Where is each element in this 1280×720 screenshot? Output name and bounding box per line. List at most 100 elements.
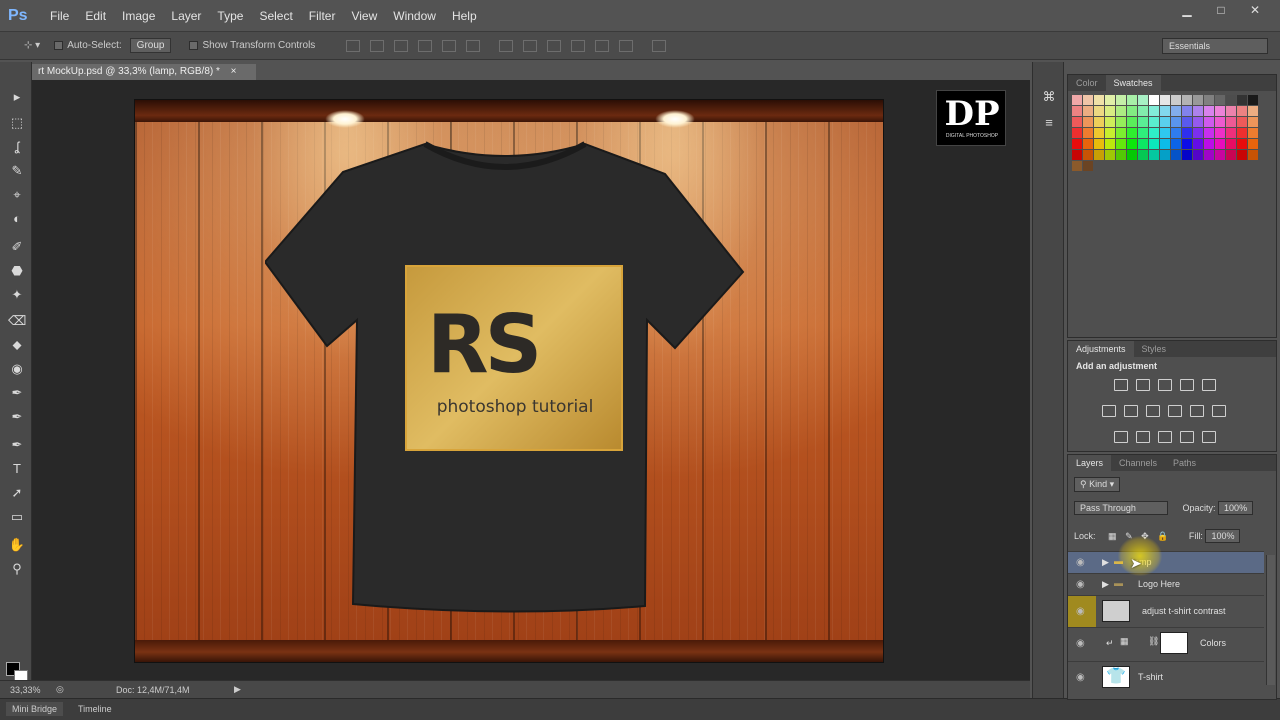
invert-icon[interactable]	[1114, 431, 1128, 443]
color-swatch[interactable]	[1138, 95, 1148, 105]
color-swatch[interactable]	[1226, 95, 1236, 105]
color-swatch[interactable]	[1193, 117, 1203, 127]
color-swatch[interactable]	[1149, 106, 1159, 116]
color-swatch[interactable]	[1083, 117, 1093, 127]
rectangle-tool-icon[interactable]: ▭	[8, 508, 26, 526]
canvas-image[interactable]: RS photoshop tutorial	[134, 99, 884, 663]
tab-adjustments[interactable]: Adjustments	[1068, 341, 1134, 357]
color-swatch[interactable]	[1226, 106, 1236, 116]
auto-align-icon[interactable]	[652, 39, 667, 52]
close-document-icon[interactable]: ×	[231, 66, 237, 77]
color-swatch[interactable]	[1248, 150, 1258, 160]
tab-channels[interactable]: Channels	[1111, 455, 1165, 471]
color-swatch[interactable]	[1149, 139, 1159, 149]
color-swatch[interactable]	[1237, 139, 1247, 149]
color-swatch[interactable]	[1204, 139, 1214, 149]
menu-select[interactable]: Select	[251, 9, 300, 23]
color-swatch[interactable]	[1083, 128, 1093, 138]
color-swatch[interactable]	[1237, 117, 1247, 127]
color-swatch[interactable]	[1072, 150, 1082, 160]
color-swatch[interactable]	[1138, 117, 1148, 127]
hue-saturation-icon[interactable]	[1102, 405, 1116, 417]
eraser-tool-icon[interactable]: ⬥	[8, 336, 26, 354]
color-swatch[interactable]	[1193, 139, 1203, 149]
color-swatch[interactable]	[1248, 139, 1258, 149]
color-swatch[interactable]	[1149, 117, 1159, 127]
menu-layer[interactable]: Layer	[163, 9, 209, 23]
color-swatch[interactable]	[1105, 139, 1115, 149]
layer-row-tshirt[interactable]: ◉ 👕 T-shirt	[1068, 661, 1264, 693]
color-swatch[interactable]	[1171, 139, 1181, 149]
color-swatch[interactable]	[1160, 150, 1170, 160]
align-left-icon[interactable]	[418, 39, 433, 52]
menu-filter[interactable]: Filter	[301, 9, 344, 23]
marquee-tool-icon[interactable]: ⬚	[8, 114, 26, 132]
type-tool-icon[interactable]: T	[8, 460, 26, 478]
color-swatch[interactable]	[1116, 95, 1126, 105]
distribute-center-icon[interactable]	[595, 39, 610, 52]
layer-row-logo-here[interactable]: ◉ ▶ ▬ Logo Here	[1068, 573, 1264, 595]
color-swatch[interactable]	[1204, 117, 1214, 127]
tab-mini-bridge[interactable]: Mini Bridge	[6, 702, 64, 716]
color-swatch[interactable]	[1105, 128, 1115, 138]
menu-type[interactable]: Type	[209, 9, 251, 23]
align-bottom-icon[interactable]	[394, 39, 409, 52]
color-swatch[interactable]	[1226, 139, 1236, 149]
crop-tool-icon[interactable]: ⌖	[8, 186, 26, 204]
layer-kind-filter[interactable]: ⚲ Kind ▾	[1074, 477, 1121, 492]
color-swatch[interactable]	[1237, 150, 1247, 160]
color-swatch[interactable]	[1094, 117, 1104, 127]
align-top-icon[interactable]	[346, 39, 361, 52]
color-swatch[interactable]	[1083, 150, 1093, 160]
color-swatch[interactable]	[1094, 95, 1104, 105]
lock-all-icon[interactable]: 🔒	[1157, 531, 1168, 541]
history-panel-icon[interactable]: ⌘	[1040, 88, 1058, 106]
align-center-icon[interactable]	[442, 39, 457, 52]
visibility-eye-icon[interactable]: ◉	[1076, 557, 1085, 568]
color-swatch[interactable]	[1204, 106, 1214, 116]
properties-panel-icon[interactable]: ≡	[1040, 114, 1058, 132]
color-swatch[interactable]	[1127, 139, 1137, 149]
color-swatch[interactable]	[1072, 117, 1082, 127]
healing-brush-tool-icon[interactable]: ✐	[8, 238, 26, 256]
color-swatch[interactable]	[1215, 95, 1225, 105]
tab-layers[interactable]: Layers	[1068, 455, 1112, 471]
gradient-map-icon[interactable]	[1202, 431, 1216, 443]
color-swatch[interactable]	[1182, 150, 1192, 160]
color-swatch[interactable]	[1127, 150, 1137, 160]
visibility-eye-icon[interactable]: ◉	[1076, 606, 1085, 617]
color-swatch[interactable]	[1072, 95, 1082, 105]
color-swatch[interactable]	[1248, 117, 1258, 127]
color-swatch[interactable]	[1160, 95, 1170, 105]
color-swatch[interactable]	[1138, 139, 1148, 149]
color-swatch[interactable]	[1171, 128, 1181, 138]
color-swatch[interactable]	[1193, 106, 1203, 116]
color-swatch[interactable]	[1248, 106, 1258, 116]
color-swatch[interactable]	[1215, 106, 1225, 116]
visibility-eye-icon[interactable]: ◉	[1076, 579, 1085, 590]
color-swatch[interactable]	[1127, 128, 1137, 138]
brush-tool-icon[interactable]: ⬣	[8, 262, 26, 280]
tab-timeline[interactable]: Timeline	[72, 702, 118, 716]
color-swatch[interactable]	[1171, 95, 1181, 105]
color-swatch[interactable]	[1215, 128, 1225, 138]
status-arrow-icon[interactable]: ▶	[234, 684, 241, 695]
channel-mixer-icon[interactable]	[1190, 405, 1204, 417]
color-swatch[interactable]	[1182, 128, 1192, 138]
color-swatch[interactable]	[1072, 106, 1082, 116]
color-swatch[interactable]	[1171, 150, 1181, 160]
color-swatch[interactable]	[1105, 117, 1115, 127]
clone-stamp-tool-icon[interactable]: ✦	[8, 286, 26, 304]
align-middle-icon[interactable]	[370, 39, 385, 52]
color-swatch[interactable]	[1237, 95, 1247, 105]
close-button[interactable]: ✕	[1240, 4, 1270, 18]
lasso-tool-icon[interactable]: ʆ	[8, 138, 26, 156]
threshold-icon[interactable]	[1158, 431, 1172, 443]
color-swatch[interactable]	[1215, 139, 1225, 149]
distribute-left-icon[interactable]	[571, 39, 586, 52]
posterize-icon[interactable]	[1136, 431, 1150, 443]
color-swatch[interactable]	[1149, 128, 1159, 138]
color-swatch[interactable]	[1072, 161, 1082, 171]
color-swatch[interactable]	[1160, 117, 1170, 127]
layer-row-adjust-contrast[interactable]: ◉ adjust t-shirt contrast	[1068, 595, 1264, 628]
